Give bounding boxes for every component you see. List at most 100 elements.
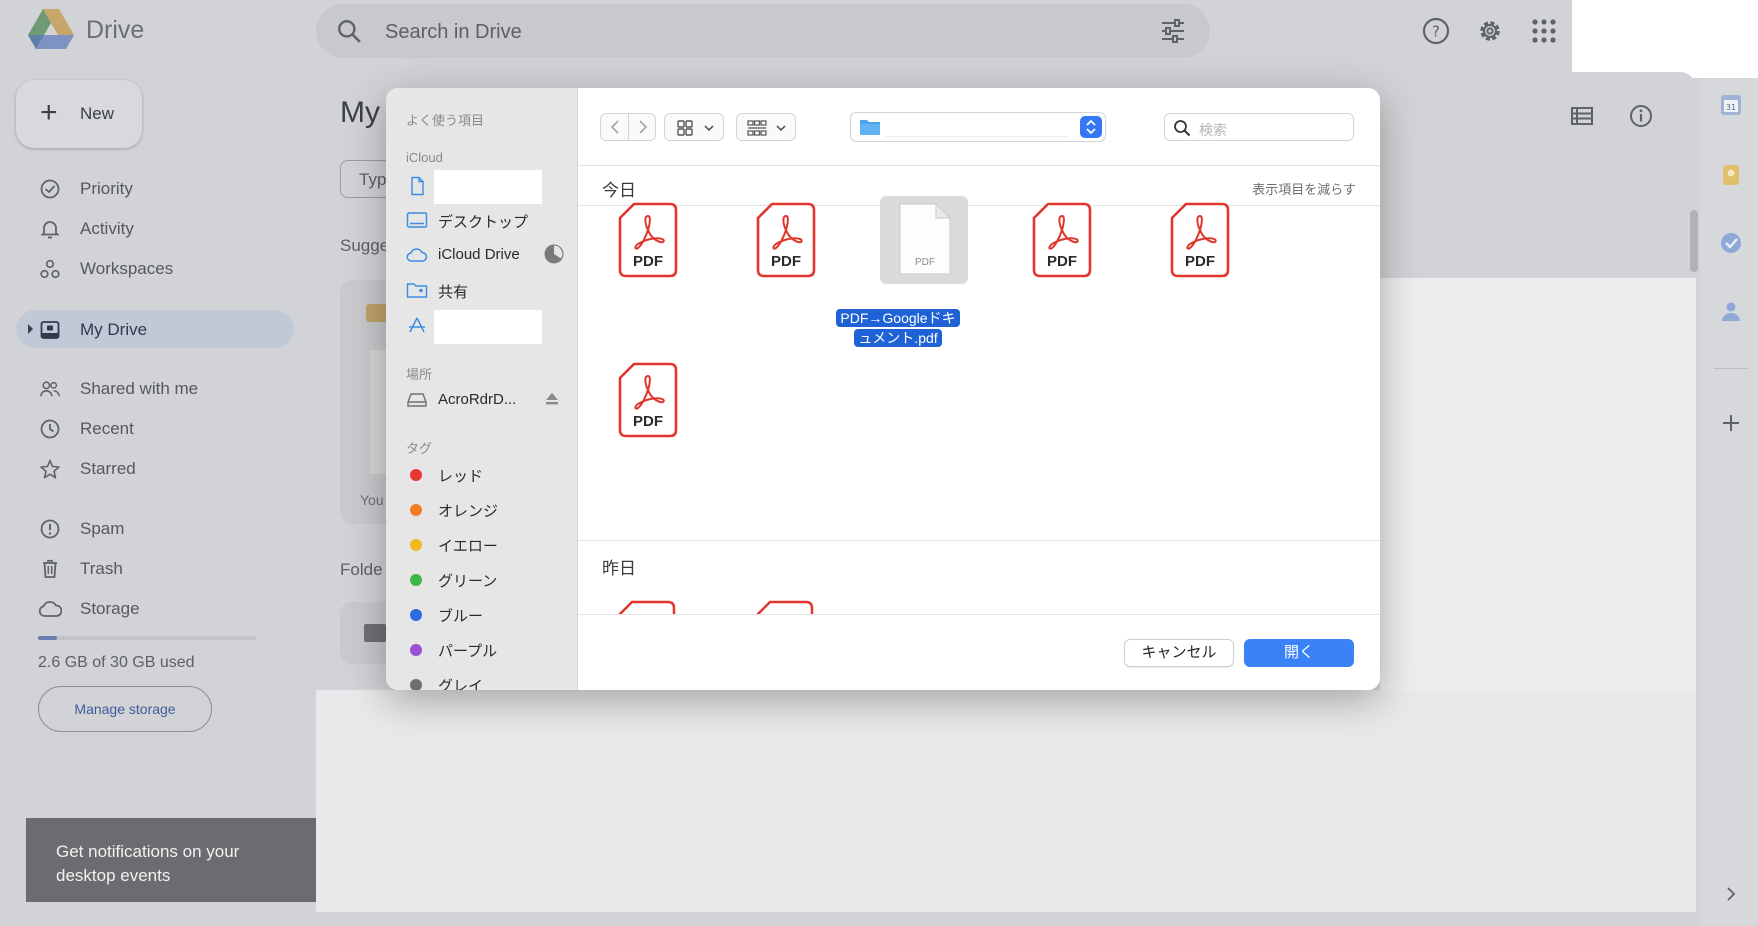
rail-divider xyxy=(1714,368,1748,369)
calendar-icon[interactable]: 31 xyxy=(1720,94,1742,116)
sidebar-item-acrordr-disk[interactable]: AcroRdrD... xyxy=(406,385,566,415)
sidebar-item-shared[interactable]: 共有 xyxy=(406,275,566,305)
tag-blue-dot xyxy=(410,609,422,621)
sidebar-tag-green[interactable]: グリーン xyxy=(406,564,566,594)
location-stepper[interactable] xyxy=(1080,116,1102,138)
sidebar-tag-purple[interactable]: パープル xyxy=(406,634,566,664)
contacts-icon[interactable] xyxy=(1720,300,1742,322)
add-addon-icon[interactable] xyxy=(1720,412,1742,434)
pdf-file[interactable]: PDF xyxy=(602,356,694,446)
sidebar-tag-red[interactable]: レッド xyxy=(406,459,566,489)
back-forward-buttons xyxy=(600,113,656,141)
search-input[interactable]: Search in Drive xyxy=(385,21,522,44)
drive-search-bar[interactable]: Search in Drive xyxy=(316,4,1210,58)
main-scrollbar[interactable] xyxy=(1690,210,1698,272)
pdf-file[interactable]: PDF xyxy=(740,196,832,286)
pdf-file[interactable]: PDF xyxy=(602,196,694,286)
sidebar-item-desktop[interactable]: デスクトップ xyxy=(406,205,566,235)
list-view-icon[interactable] xyxy=(1570,104,1594,128)
clock-icon xyxy=(40,419,60,439)
open-button[interactable]: 開く xyxy=(1244,639,1354,667)
people-icon xyxy=(40,381,60,397)
sidebar-item-label: Storage xyxy=(80,599,140,618)
pdf-file[interactable]: PDF xyxy=(1016,196,1108,286)
sidebar-item-workspaces[interactable]: Workspaces xyxy=(16,249,294,287)
pdf-icon xyxy=(756,600,814,614)
info-icon[interactable] xyxy=(1629,104,1653,128)
sidebar-item-label: Recent xyxy=(80,419,134,438)
drive-logo-icon[interactable] xyxy=(28,9,74,51)
chevron-right-icon[interactable] xyxy=(1723,886,1739,902)
app-name: Drive xyxy=(86,16,145,44)
sidebar-tag-yellow[interactable]: イエロー xyxy=(406,529,566,559)
suggested-heading: Sugge xyxy=(340,236,390,255)
expand-caret-icon[interactable] xyxy=(28,324,33,334)
type-filter-chip[interactable]: Typ xyxy=(340,160,392,198)
cancel-button[interactable]: キャンセル xyxy=(1124,639,1234,667)
sidebar-item-priority[interactable]: Priority xyxy=(16,169,294,207)
group-button[interactable] xyxy=(736,113,796,141)
svg-text:PDF: PDF xyxy=(633,413,663,430)
sidebar-tag-gray[interactable]: グレイ xyxy=(406,669,566,690)
pdf-file[interactable]: PDF xyxy=(1154,196,1246,286)
window-corner xyxy=(1572,0,1758,78)
dialog-content: 検索 今日 表示項目を減らす PDF PDF PDF PDF PDF PDF PDF→Goo… xyxy=(578,88,1380,690)
dialog-toolbar: 検索 xyxy=(578,88,1380,166)
group-icon xyxy=(747,120,767,136)
sidebar-item-label: Priority xyxy=(80,179,133,198)
pdf-icon: PDF xyxy=(1032,202,1092,278)
sidebar-item-recent[interactable]: Recent xyxy=(16,409,294,447)
back-chevron-icon[interactable] xyxy=(609,120,621,134)
redacted-location-name xyxy=(885,117,1069,137)
settings-gear-icon[interactable] xyxy=(1476,17,1504,45)
open-file-dialog: よく使う項目 iCloud デスクトップ iCloud Drive 共有 場所 … xyxy=(386,88,1380,690)
apps-grid-icon[interactable] xyxy=(1530,17,1558,45)
sidebar-item-trash[interactable]: Trash xyxy=(16,549,294,587)
pdf-file-yesterday[interactable] xyxy=(616,600,676,614)
priority-icon xyxy=(40,179,60,199)
pdf-file-yesterday[interactable] xyxy=(754,600,814,614)
eject-icon[interactable] xyxy=(544,391,560,407)
sidebar-item-my-drive[interactable]: My Drive xyxy=(16,310,294,348)
sidebar-item-label: イエロー xyxy=(438,538,498,555)
sidebar-item-shared-with-me[interactable]: Shared with me xyxy=(16,369,294,407)
sidebar-item-label: ブルー xyxy=(438,608,484,625)
search-placeholder: 検索 xyxy=(1199,122,1227,138)
sidebar-item-label: Activity xyxy=(80,219,134,238)
sidebar-item-label: パープル xyxy=(438,643,498,660)
sidebar-item-label: Trash xyxy=(80,559,123,578)
chevron-down-icon xyxy=(704,125,714,132)
selected-file[interactable]: PDF xyxy=(878,196,970,286)
sidebar-item-starred[interactable]: Starred xyxy=(16,449,294,487)
location-popup[interactable] xyxy=(850,112,1106,142)
sidebar-item-icloud-drive[interactable]: iCloud Drive xyxy=(406,240,566,270)
applications-icon xyxy=(409,317,425,333)
tag-red-dot xyxy=(410,469,422,481)
sidebar-item-label: レッド xyxy=(438,468,484,485)
svg-text:31: 31 xyxy=(1726,103,1736,112)
new-button[interactable]: + New xyxy=(16,80,142,148)
sidebar-tag-blue[interactable]: ブルー xyxy=(406,599,566,629)
view-mode-button[interactable] xyxy=(664,113,724,141)
tag-yellow-dot xyxy=(410,539,422,551)
my-drive-icon xyxy=(40,321,60,339)
sidebar-tag-orange[interactable]: オレンジ xyxy=(406,494,566,524)
show-less-button[interactable]: 表示項目を減らす xyxy=(1252,179,1356,198)
notification-toast[interactable]: Get notifications on your desktop events xyxy=(26,818,316,902)
manage-storage-button[interactable]: Manage storage xyxy=(38,686,212,732)
selected-file-name[interactable]: PDF→Googleドキ ュメント.pdf xyxy=(833,308,963,348)
tag-gray-dot xyxy=(410,679,422,690)
dialog-search-field[interactable]: 検索 xyxy=(1164,113,1354,141)
keep-icon[interactable] xyxy=(1720,164,1742,186)
help-icon[interactable]: ? xyxy=(1422,17,1450,45)
sidebar-item-storage[interactable]: Storage xyxy=(16,589,294,627)
file-name-line: PDF→Googleドキ xyxy=(836,309,960,327)
folder-icon xyxy=(860,120,880,135)
star-icon xyxy=(40,459,60,479)
sidebar-item-activity[interactable]: Activity xyxy=(16,209,294,247)
forward-chevron-icon[interactable] xyxy=(637,120,649,134)
sidebar-item-spam[interactable]: Spam xyxy=(16,509,294,547)
tasks-icon[interactable] xyxy=(1720,232,1742,254)
search-options-icon[interactable] xyxy=(1160,19,1186,43)
icloud-icon xyxy=(406,248,428,262)
